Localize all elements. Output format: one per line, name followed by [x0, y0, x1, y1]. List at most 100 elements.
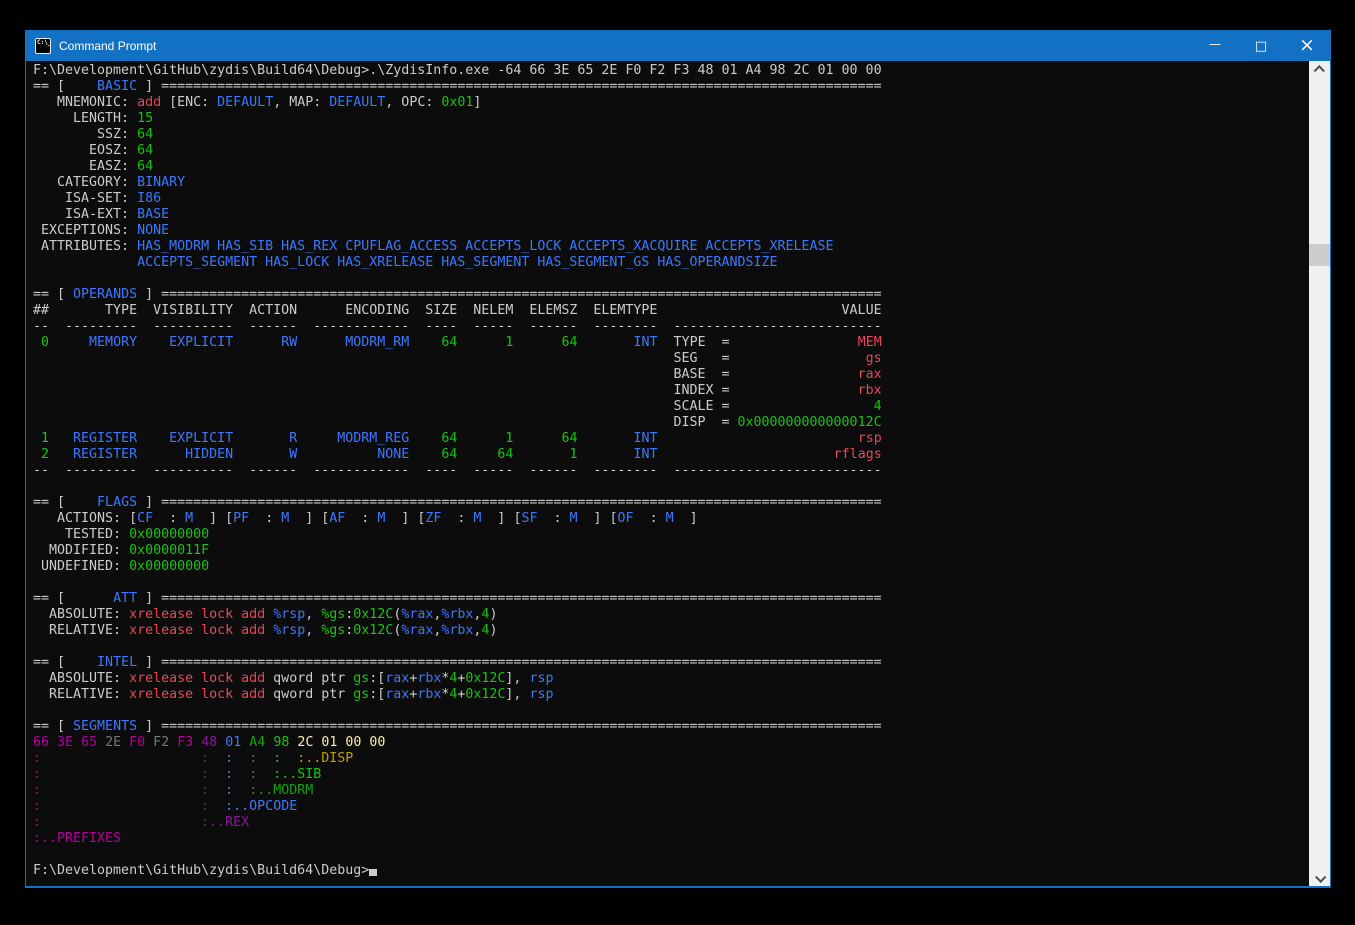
console-text: [ENC:	[161, 95, 217, 110]
console-text	[457, 447, 473, 462]
console-line: 0 MEMORY EXPLICIT RW MODRM_RM 64 1 64 IN…	[33, 335, 1309, 351]
console-text	[137, 447, 153, 462]
console-text: gs	[353, 687, 369, 702]
console-text: BASIC	[65, 79, 137, 94]
console-text: EXCEPTIONS:	[33, 223, 137, 238]
console-text: EXPLICIT	[153, 335, 233, 350]
console-text: :..PREFIXES	[33, 831, 121, 846]
console-text: :	[225, 767, 233, 782]
console-line: F:\Development\GitHub\zydis\Build64\Debu…	[33, 863, 1309, 879]
minimize-button[interactable]: —	[1192, 31, 1238, 61]
console-text: gs	[866, 351, 882, 366]
console-text: MNEMONIC:	[33, 95, 137, 110]
console-text: F0	[129, 735, 145, 750]
console-text: 0x12C	[353, 623, 393, 638]
console-text: 0x00000000	[129, 527, 209, 542]
console-text: , MAP:	[273, 95, 329, 110]
console-text: RELATIVE:	[33, 623, 129, 638]
console-text: :	[33, 815, 41, 830]
console-text: M	[570, 511, 578, 526]
console-text	[577, 447, 593, 462]
cmd-window: C:\_ Command Prompt — □ × F:\Development…	[25, 30, 1331, 888]
console-text: NONE	[137, 223, 169, 238]
console-text: rsp	[858, 431, 882, 446]
console-text	[209, 767, 225, 782]
console-text: INTEL	[65, 655, 137, 670]
console-text: %gs	[321, 607, 345, 622]
console-text: 64	[425, 335, 457, 350]
console-text: 64	[137, 127, 153, 142]
console-text: A4	[249, 735, 265, 750]
console-text: :	[634, 511, 666, 526]
console-line: -- --------- ---------- ------ ---------…	[33, 463, 1309, 479]
console-text: ]	[473, 95, 481, 110]
console-text: BASE =	[673, 367, 737, 382]
maximize-button[interactable]: □	[1238, 31, 1284, 61]
console-text: 64	[425, 447, 457, 462]
console-text: 64	[473, 447, 513, 462]
close-button[interactable]: ×	[1284, 31, 1330, 61]
console-line: 2 REGISTER HIDDEN W NONE 64 64 1 INT rfl…	[33, 447, 1309, 463]
console-text	[297, 431, 313, 446]
scrollbar[interactable]	[1309, 61, 1330, 886]
console-text: ]	[674, 511, 698, 526]
console-text: == [	[33, 79, 65, 94]
console-text: rflags	[834, 447, 882, 462]
console-text	[265, 607, 273, 622]
console-text	[33, 255, 137, 270]
console-text	[41, 751, 201, 766]
console-line: EXCEPTIONS: NONE	[33, 223, 1309, 239]
console-line: : :..REX	[33, 815, 1309, 831]
console-line: DISP = 0x000000000000012C	[33, 415, 1309, 431]
console-text	[49, 335, 65, 350]
console-text	[737, 399, 873, 414]
console-line: ACTIONS: [CF : M ] [PF : M ] [AF : M ] […	[33, 511, 1309, 527]
chevron-up-icon	[1313, 65, 1324, 76]
console-line: INDEX = rbx	[33, 383, 1309, 399]
console-text: 4	[874, 399, 882, 414]
console-text: add	[137, 95, 161, 110]
console-text: ]	[137, 79, 161, 94]
maximize-icon: □	[1255, 40, 1267, 53]
console-text: ]	[137, 719, 161, 734]
console-text: MEMORY	[65, 335, 137, 350]
console[interactable]: F:\Development\GitHub\zydis\Build64\Debu…	[26, 61, 1330, 886]
console-text: ATTRIBUTES:	[33, 239, 137, 254]
console-line: ABSOLUTE: xrelease lock add %rsp, %gs:0x…	[33, 607, 1309, 623]
console-text: INDEX =	[673, 383, 737, 398]
scrollbar-thumb[interactable]	[1309, 244, 1330, 266]
console-text	[737, 383, 857, 398]
console-line: RELATIVE: xrelease lock add qword ptr gs…	[33, 687, 1309, 703]
minimize-icon: —	[1209, 38, 1221, 50]
console-text: INT	[594, 335, 658, 350]
console-text: SEG =	[673, 351, 737, 366]
console-line: EOSZ: 64	[33, 143, 1309, 159]
console-text: VALUE	[842, 303, 882, 318]
scroll-up-button[interactable]	[1309, 61, 1330, 78]
console-text: 1	[529, 447, 577, 462]
console-text: DEFAULT	[329, 95, 385, 110]
console-text	[233, 431, 249, 446]
scroll-down-button[interactable]	[1309, 869, 1330, 886]
console-line: : : : : :..SIB	[33, 767, 1309, 783]
console-text: ]	[137, 287, 161, 302]
console-text: 64	[137, 159, 153, 174]
console-text: :	[201, 783, 209, 798]
console-text	[297, 335, 313, 350]
console-line: F:\Development\GitHub\zydis\Build64\Debu…	[33, 63, 1309, 79]
console-text: 15	[137, 111, 153, 126]
console-text: rbx	[858, 383, 882, 398]
console-text: ACCEPTS_SEGMENT HAS_LOCK HAS_XRELEASE HA…	[137, 255, 777, 270]
console-text: :	[345, 511, 377, 526]
console-text	[409, 447, 425, 462]
console-text: :	[249, 767, 257, 782]
console-text: AF	[329, 511, 345, 526]
console-text: 2E	[105, 735, 121, 750]
title-bar[interactable]: C:\_ Command Prompt — □ ×	[26, 31, 1330, 61]
console-text	[97, 735, 105, 750]
console-text	[33, 383, 673, 398]
console-text: :	[249, 511, 281, 526]
console-line: SEG = gs	[33, 351, 1309, 367]
console-text: :..OPCODE	[225, 799, 297, 814]
cmd-icon: C:\_	[35, 38, 51, 54]
